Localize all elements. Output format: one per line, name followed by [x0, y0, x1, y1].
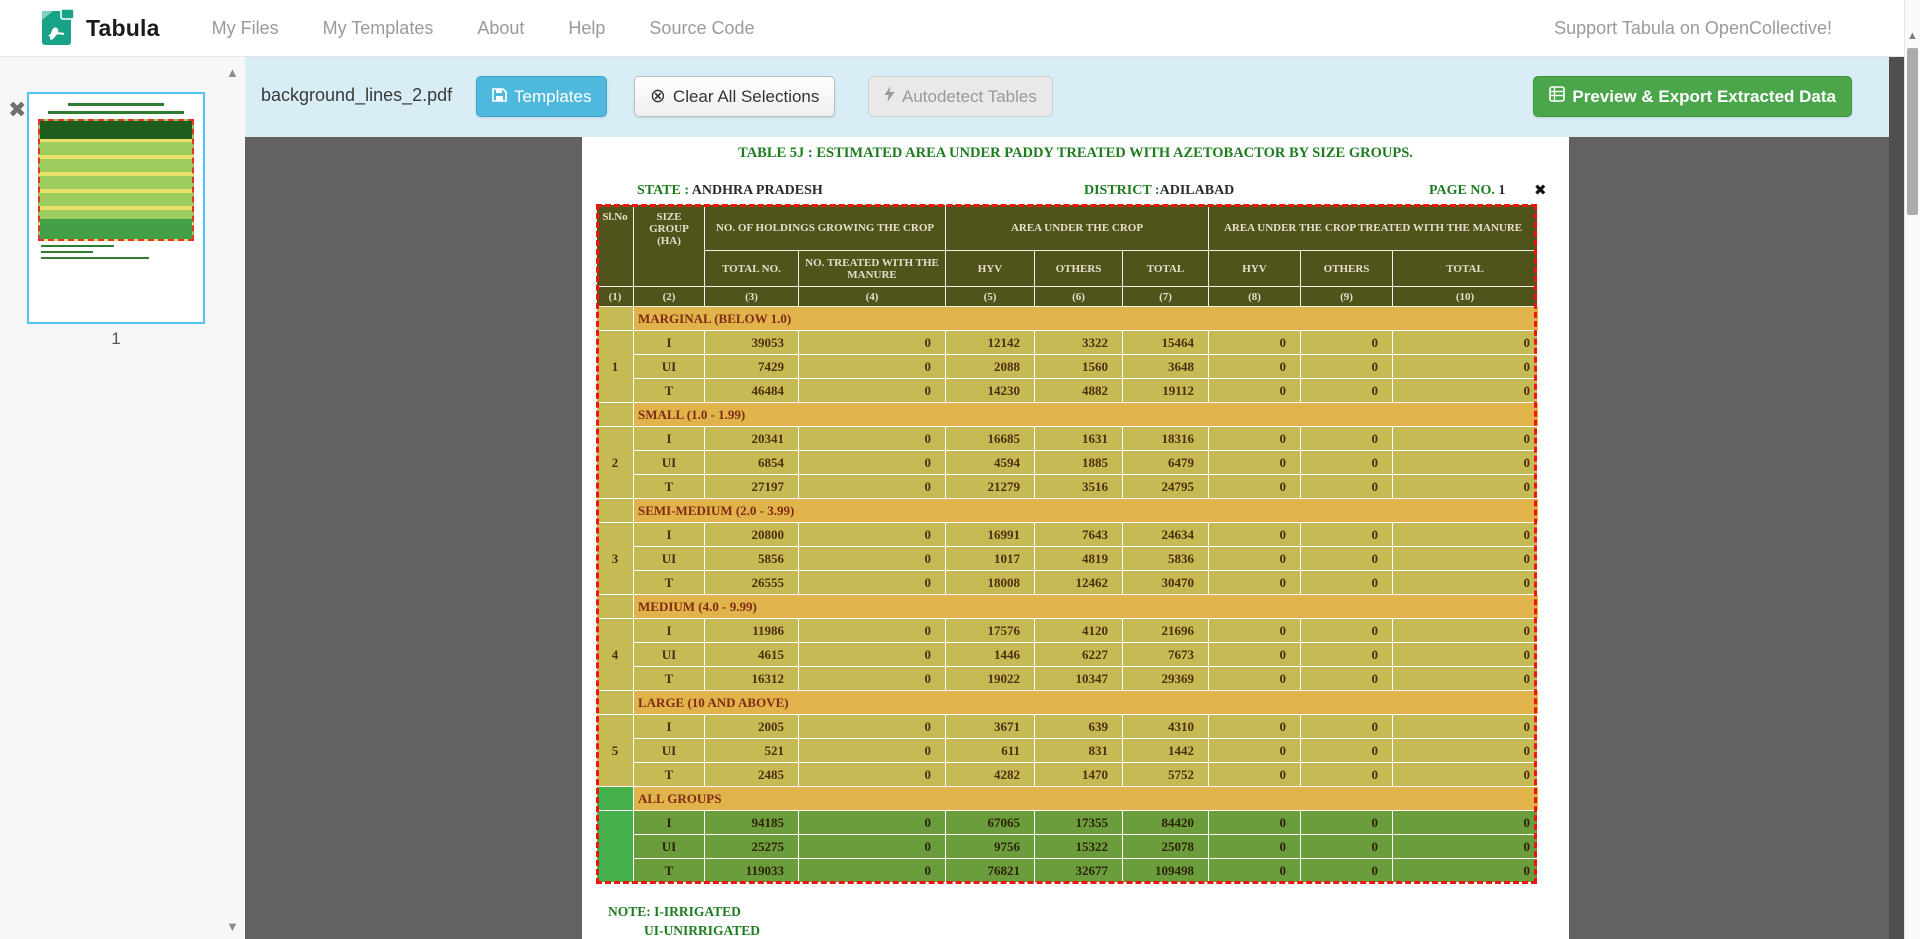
scrollbar-up-icon[interactable]: ▲	[1907, 30, 1918, 42]
toolbar: background_lines_2.pdf Templates ⊗ Clear…	[245, 57, 1889, 137]
thumbnail-note-line	[41, 245, 114, 247]
tabula-logo-icon	[40, 5, 76, 52]
canvas-scrollbar[interactable]	[1889, 57, 1904, 939]
navbar: Tabula My Files My Templates About Help …	[0, 0, 1920, 57]
window-scrollbar[interactable]: ▲	[1904, 0, 1920, 939]
nav-item-about[interactable]: About	[477, 18, 524, 39]
remove-circle-icon: ⊗	[650, 87, 666, 106]
document-filename: background_lines_2.pdf	[261, 85, 452, 106]
selection-close-button[interactable]: ✖	[1534, 181, 1547, 199]
nav-item-my-templates[interactable]: My Templates	[323, 18, 434, 39]
table-list-icon	[1549, 86, 1565, 107]
tabula-app: Tabula My Files My Templates About Help …	[0, 0, 1920, 939]
autodetect-button-label: Autodetect Tables	[902, 87, 1037, 107]
pdf-page[interactable]: TABLE 5J : ESTIMATED AREA UNDER PADDY TR…	[582, 137, 1569, 939]
thumbnail-note-line	[41, 251, 93, 253]
thumbnail-title-line	[68, 103, 164, 106]
sidebar: ✖ 1 ▲ ▼	[0, 57, 245, 939]
thumbnail-note-line	[41, 257, 149, 259]
lightning-bolt-icon	[884, 86, 895, 107]
remove-page-button[interactable]: ✖	[8, 97, 26, 123]
thumbnail-table-selection	[38, 119, 194, 241]
scrollbar-thumb[interactable]	[1907, 48, 1918, 215]
page-thumbnail[interactable]	[27, 92, 205, 324]
export-button-label: Preview & Export Extracted Data	[1572, 87, 1836, 107]
pdf-canvas[interactable]: TABLE 5J : ESTIMATED AREA UNDER PADDY TR…	[245, 137, 1889, 939]
nav-menu: My Files My Templates About Help Source …	[212, 18, 755, 39]
page-number-label: 1	[27, 329, 205, 349]
tabula-brand[interactable]: Tabula	[40, 5, 160, 52]
templates-button[interactable]: Templates	[476, 76, 607, 117]
thumbnail-subtitle-line	[48, 111, 184, 114]
nav-item-help[interactable]: Help	[568, 18, 605, 39]
page-no-value: 1	[1498, 183, 1505, 198]
support-link[interactable]: Support Tabula on OpenCollective!	[1554, 18, 1832, 39]
sidebar-scroll-down-icon[interactable]: ▼	[226, 919, 239, 934]
nav-item-source-code[interactable]: Source Code	[649, 18, 754, 39]
state-value: ANDHRA PRADESH	[692, 183, 823, 198]
page-no-label: PAGE NO.	[1429, 183, 1495, 198]
nav-item-my-files[interactable]: My Files	[212, 18, 279, 39]
preview-export-button[interactable]: Preview & Export Extracted Data	[1533, 76, 1852, 117]
state-label: STATE :	[637, 183, 689, 198]
brand-title: Tabula	[86, 15, 160, 42]
note-line-2: UI-UNIRRIGATED	[644, 923, 760, 939]
templates-button-label: Templates	[514, 87, 591, 107]
save-template-icon	[492, 87, 507, 107]
table-title: TABLE 5J : ESTIMATED AREA UNDER PADDY TR…	[582, 145, 1569, 162]
sidebar-scroll-up-icon[interactable]: ▲	[226, 65, 239, 80]
autodetect-tables-button[interactable]: Autodetect Tables	[868, 76, 1053, 117]
district-label: DISTRICT :	[1084, 183, 1160, 198]
district-value: ADILABAD	[1160, 183, 1235, 198]
selection-box[interactable]	[596, 204, 1537, 884]
clear-all-selections-button[interactable]: ⊗ Clear All Selections	[634, 76, 835, 117]
note-line-1: NOTE: I-IRRIGATED	[608, 904, 741, 920]
clear-button-label: Clear All Selections	[673, 87, 819, 107]
